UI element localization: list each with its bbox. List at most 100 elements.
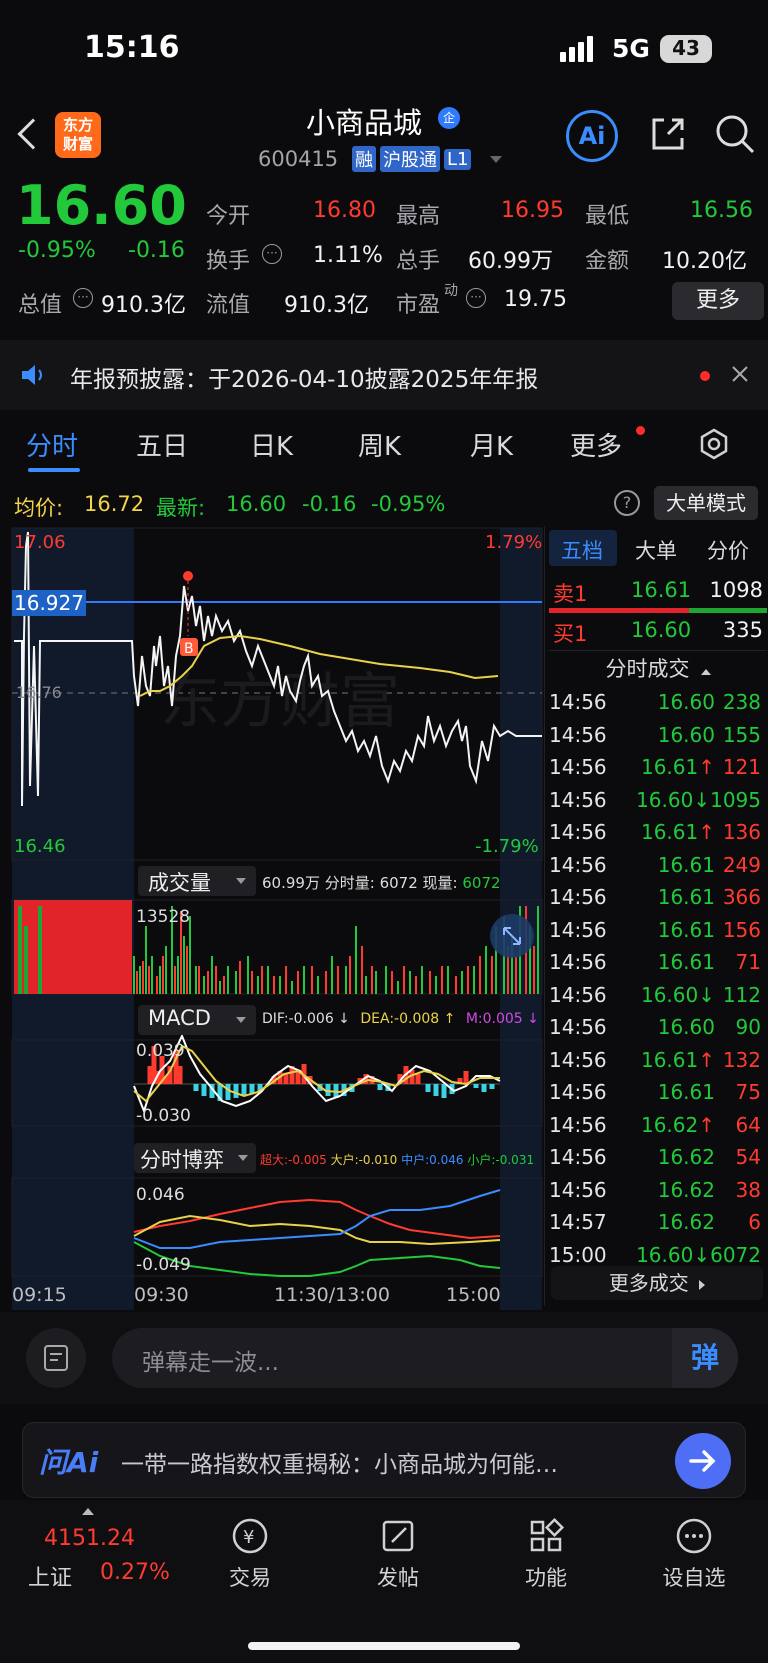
index-pct: 0.27% — [100, 1560, 170, 1585]
trade-volume: 64 — [735, 1112, 761, 1137]
nav-trade[interactable]: ¥ 交易 — [210, 1514, 290, 1592]
last-price: 16.60 — [16, 174, 187, 237]
stock-name: 小商品城 — [306, 106, 423, 140]
market-cap-info-icon[interactable]: ··· — [73, 288, 93, 308]
trade-time: 14:56 — [549, 1080, 607, 1105]
game-selector[interactable]: 分时博弈 — [134, 1143, 256, 1173]
order-tab-five-level[interactable]: 五档 — [549, 530, 617, 566]
trade-price: 16.62 — [657, 1210, 715, 1235]
float-cap-value: 910.3亿 — [284, 293, 369, 318]
trade-row: 14:56 16.60 155 — [549, 719, 767, 752]
nav-post[interactable]: 发帖 — [358, 1514, 438, 1592]
tab-month-k[interactable]: 月K — [470, 426, 513, 463]
dropdown-icon[interactable] — [490, 156, 502, 163]
tab-week-k[interactable]: 周K — [358, 426, 401, 463]
low-value: 16.56 — [690, 198, 753, 223]
close-icon[interactable] — [730, 364, 750, 384]
grid-icon — [530, 1517, 565, 1552]
intraday-chart[interactable]: 东方财富 B 17.06 1.79% 16.927 16.76 16.46 -1… — [0, 526, 544, 1310]
ai-question-bar[interactable]: 问Ai 一带一路指数权重揭秘：小商品城为何能… — [22, 1422, 746, 1498]
tab-five-day[interactable]: 五日 — [136, 426, 188, 463]
svg-text:¥: ¥ — [243, 1527, 254, 1548]
trades-title[interactable]: 分时成交 — [549, 650, 767, 686]
trade-volume: 238 — [722, 690, 761, 715]
trade-time: 14:56 — [549, 755, 607, 780]
more-button[interactable]: 更多 — [672, 282, 764, 320]
volume-peak-label: 13528 — [136, 907, 190, 927]
nav-functions[interactable]: 功能 — [506, 1514, 586, 1592]
gear-icon[interactable] — [697, 427, 731, 461]
buy1-label: 买1 — [553, 622, 588, 646]
trade-time: 14:57 — [549, 1210, 607, 1235]
trade-row: 14:56 16.62 38 — [549, 1174, 767, 1207]
search-icon[interactable] — [714, 113, 756, 155]
notice-text: 年报预披露：于2026-04-10披露2025年年报 — [70, 367, 539, 393]
avg-label: 均价: — [14, 496, 64, 520]
more-button-label: 更多 — [695, 288, 740, 313]
trade-row: 14:56 16.60 238 — [549, 686, 767, 719]
index-up-caret-icon — [82, 1508, 94, 1515]
trade-row: 14:56 16.62 54 — [549, 1141, 767, 1174]
game-xl-value: 超大:-0.005 — [260, 1153, 327, 1167]
ai-button[interactable]: Ai — [566, 110, 618, 162]
index-ticker[interactable]: 4151.24 上证 0.27% — [0, 1500, 176, 1610]
tab-intraday[interactable]: 分时 — [26, 426, 78, 463]
big-order-mode-label: 大单模式 — [666, 491, 746, 515]
trade-row: 14:56 16.61 75 — [549, 1076, 767, 1109]
trade-icon: ¥ — [232, 1518, 268, 1554]
turnover-info-icon[interactable]: ··· — [262, 244, 282, 264]
pct-axis-low: -1.79% — [475, 836, 539, 857]
share-icon[interactable] — [648, 114, 688, 154]
trade-time: 14:56 — [549, 1015, 607, 1040]
pe-info-icon[interactable]: ··· — [466, 288, 486, 308]
order-tab-big-order[interactable]: 大单 — [635, 535, 677, 565]
game-m-value: 中户:0.046 — [401, 1153, 464, 1167]
trade-time: 14:56 — [549, 1177, 607, 1202]
trade-volume: 366 — [722, 885, 761, 910]
danmu-button[interactable]: 弹 — [672, 1328, 738, 1388]
trade-volume: 75 — [735, 1080, 761, 1105]
trade-price: 16.62↑ — [640, 1112, 715, 1137]
brand-line1: 东方 — [62, 116, 93, 134]
tab-day-k[interactable]: 日K — [250, 426, 293, 463]
game-l-value: 大户:-0.010 — [330, 1153, 398, 1167]
latest-label: 最新: — [156, 496, 206, 520]
notice-bar[interactable]: 年报预披露：于2026-04-10披露2025年年报 — [0, 340, 768, 410]
trade-price: 16.61↑ — [640, 820, 715, 845]
price-axis-high: 17.06 — [14, 532, 66, 553]
latest-value: 16.60 — [226, 492, 287, 516]
trade-volume: 136 — [722, 820, 761, 845]
buy1-volume: 335 — [722, 618, 763, 642]
comment-list-icon[interactable] — [26, 1328, 86, 1388]
trades-title-label: 分时成交 — [605, 657, 690, 681]
help-icon[interactable]: ? — [614, 490, 640, 516]
nav-trade-label: 交易 — [229, 1566, 271, 1590]
nav-add-watchlist[interactable]: 设自选 — [654, 1514, 734, 1592]
danmu-placeholder: 弹幕走一波... — [142, 1350, 279, 1376]
macd-selector[interactable]: MACD — [138, 1005, 256, 1035]
volume-selector[interactable]: 成交量 — [138, 866, 256, 896]
back-icon[interactable] — [17, 118, 49, 150]
big-order-mode-button[interactable]: 大单模式 — [654, 486, 758, 520]
trade-time: 14:56 — [549, 982, 607, 1007]
trade-price: 16.61↑ — [640, 755, 715, 780]
more-trades-button[interactable]: 更多成交 — [551, 1266, 763, 1300]
index-value: 4151.24 — [44, 1526, 135, 1551]
time-axis-mid: 11:30/13:00 — [274, 1284, 390, 1306]
trade-row: 14:57 16.62 6 — [549, 1206, 767, 1239]
low-label: 最低 — [585, 204, 630, 229]
trade-price: 16.61 — [657, 917, 715, 942]
game-bottom-label: -0.049 — [136, 1255, 191, 1275]
tab-more[interactable]: 更多 — [570, 426, 622, 463]
volume-selector-caret-icon — [236, 878, 246, 884]
bottom-nav: 4151.24 上证 0.27% ¥ 交易 发帖 功能 设自选 — [0, 1500, 768, 1663]
trade-price: 16.61 — [657, 852, 715, 877]
ai-send-button[interactable] — [675, 1433, 731, 1489]
trade-time: 14:56 — [549, 950, 607, 975]
volume-label: 总手 — [396, 249, 441, 274]
trade-volume: 38 — [735, 1177, 761, 1202]
trade-time: 14:56 — [549, 787, 607, 812]
danmu-input[interactable]: 弹幕走一波... 弹 — [112, 1328, 738, 1388]
tag-margin: 融 — [352, 146, 376, 172]
order-tab-price-split[interactable]: 分价 — [707, 535, 749, 565]
